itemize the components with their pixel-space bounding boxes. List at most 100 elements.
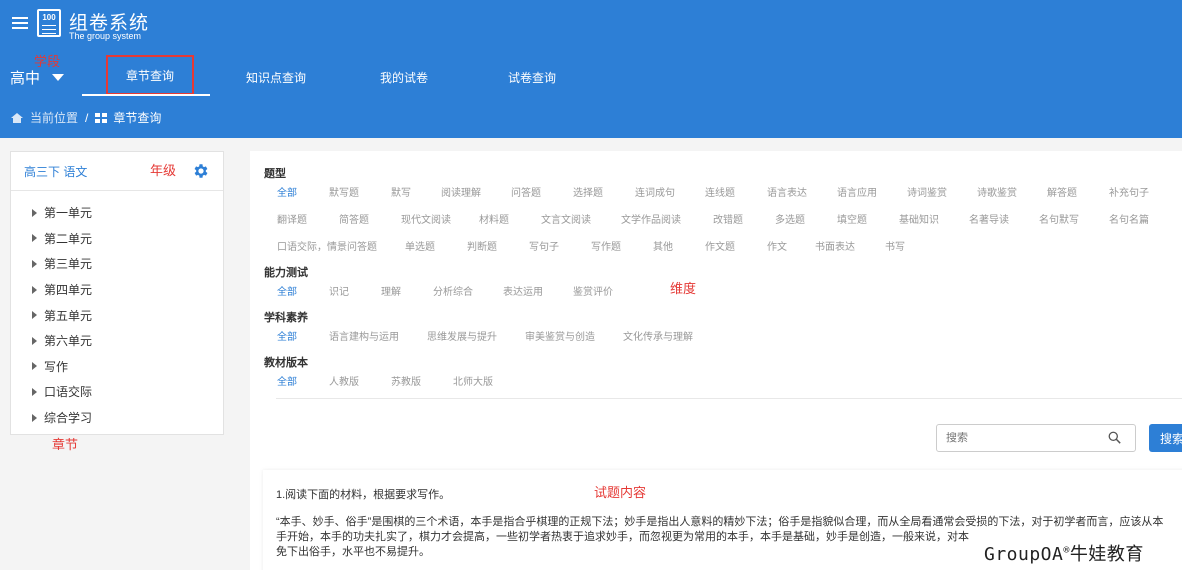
unit-label: 综合学习 [44,411,93,426]
filter-option[interactable]: 文化传承与理解 [623,331,721,358]
filter-option[interactable]: 基础知识 [899,214,969,241]
sidebar-header: 高三下 语文 年级 [11,152,223,191]
filter-option[interactable]: 判断题 [467,241,529,268]
filter-option[interactable]: 解答题 [1047,187,1109,214]
dimension-annotation: 维度 [670,281,697,296]
unit-item[interactable]: 第四单元 [11,277,223,303]
tab-knowledge-query[interactable]: 知识点查询 [246,69,306,86]
filter-option[interactable]: 改错题 [713,214,775,241]
grade-annotation: 年级 [150,163,177,178]
filter-option[interactable]: 识记 [329,286,381,313]
filter-option[interactable]: 思维发展与提升 [427,331,525,358]
search-button[interactable]: 搜索 [1149,424,1182,452]
unit-item[interactable]: 第五单元 [11,302,223,328]
filter-groups: 题型 全部 默写题 默写 阅读理解 问答题 选择题 连词成句 连线题 语言表达 语言应用 诗词鉴赏诗… [264,165,1182,403]
filter-option[interactable]: 作文题 [705,241,767,268]
filter-option[interactable]: 选择题 [573,187,635,214]
unit-item[interactable]: 综合学习 [11,405,223,431]
content-annotation: 试题内容 [594,485,647,500]
filter-option[interactable]: 填空题 [837,214,899,241]
tab-label: 章节查询 [125,68,174,83]
filter-option[interactable]: 文学作品阅读 [621,214,713,241]
filter-group-question-type: 题型 全部 默写题 默写 阅读理解 问答题 选择题 连词成句 连线题 语言表达 语言应用 诗词鉴赏诗… [264,165,1182,268]
top-header: 100 组卷系统 The group system 学段 高中 章节查询 知识点… [0,0,1182,138]
question-title: 1.阅读下面的材料，根据要求写作。 [276,489,451,501]
level-dropdown[interactable]: 高中 [10,67,65,88]
expand-arrow-icon [32,362,37,371]
filter-option[interactable]: 诗词鉴赏 [907,187,977,214]
filter-title: 题型 [264,168,286,180]
expand-arrow-icon [32,311,37,320]
filter-option[interactable]: 语言表达 [767,187,837,214]
filter-option[interactable]: 审美鉴赏与创造 [525,331,623,358]
tab-chapter-query[interactable]: 章节查询 [106,55,194,95]
filter-option[interactable]: 多选题 [775,214,837,241]
filter-option[interactable]: 材料题 [479,214,541,241]
unit-label: 第六单元 [44,334,93,349]
tab-paper-query[interactable]: 试卷查询 [508,69,556,86]
watermark: GroupOA®牛娃教育 [982,540,1146,566]
expand-arrow-icon [32,234,37,243]
filter-option[interactable]: 阅读理解 [441,187,511,214]
unit-label: 第五单元 [44,308,93,323]
expand-arrow-icon [32,387,37,396]
filter-option[interactable]: 书写 [885,241,925,268]
search-icon[interactable] [1108,431,1121,444]
filter-option[interactable]: 现代文阅读 [401,214,479,241]
filter-option[interactable]: 理解 [381,286,433,313]
unit-label: 第一单元 [44,206,93,221]
filter-option[interactable]: 语言建构与运用 [329,331,427,358]
filter-option[interactable]: 连词成句 [635,187,705,214]
filter-option[interactable]: 写作题 [591,241,653,268]
breadcrumb: 当前位置 / 章节查询 [11,109,161,126]
filter-option[interactable]: 书面表达 [815,241,885,268]
filter-option[interactable]: 分析综合 [433,286,503,313]
filter-option[interactable]: 名著导读 [969,214,1039,241]
module-icon [95,112,108,123]
filter-option[interactable]: 鉴赏评价 [573,286,643,313]
filter-option[interactable]: 文言文阅读 [541,214,621,241]
filter-option[interactable]: 默写 [391,187,441,214]
filter-option[interactable]: 名句名篇 [1109,214,1165,241]
filter-option[interactable]: 翻译题 [277,214,339,241]
filter-option[interactable]: 写句子 [529,241,591,268]
filter-option[interactable]: 简答题 [339,214,401,241]
filter-option[interactable]: 补充句子 [1109,187,1161,214]
hamburger-menu-icon[interactable] [12,17,28,29]
expand-arrow-icon [32,208,37,217]
grade-subject-label[interactable]: 高三下 语文 [24,163,87,180]
search-box [936,424,1136,452]
question-line: “本手、妙手、俗手”是围棋的三个术语，本手是指合乎棋理的正规下法；妙手是指出人意… [276,516,1164,528]
expand-arrow-icon [32,413,37,422]
search-input[interactable] [937,432,1097,444]
breadcrumb-current: 章节查询 [113,111,162,125]
caret-down-icon [52,74,65,81]
filter-option[interactable]: 表达运用 [503,286,573,313]
unit-item[interactable]: 第二单元 [11,226,223,252]
filter-option[interactable]: 默写题 [329,187,391,214]
filter-option[interactable]: 其他 [653,241,705,268]
expand-arrow-icon [32,336,37,345]
filter-option[interactable]: 单选题 [405,241,467,268]
filter-option[interactable]: 连线题 [705,187,767,214]
unit-item[interactable]: 第三单元 [11,251,223,277]
filter-option[interactable]: 作文 [767,241,815,268]
filter-option[interactable]: 语言应用 [837,187,907,214]
breadcrumb-home[interactable]: 当前位置 [30,109,78,126]
filter-option[interactable]: 诗歌鉴赏 [977,187,1047,214]
watermark-suffix: 牛娃教育 [1069,544,1144,565]
expand-arrow-icon [32,259,37,268]
chapter-annotation: 章节 [52,437,79,452]
unit-item[interactable]: 写作 [11,354,223,380]
filter-option[interactable]: 全部 [277,187,329,214]
filter-option[interactable]: 名句默写 [1039,214,1109,241]
gear-icon[interactable] [192,162,210,180]
unit-item[interactable]: 口语交际 [11,379,223,405]
filter-group-ability: 能力测试 全部 识记 理解 分析综合 表达运用 鉴赏评价 [264,264,1182,313]
unit-item[interactable]: 第一单元 [11,200,223,226]
unit-item[interactable]: 第六单元 [11,328,223,354]
filter-group-literacy: 学科素养 全部 语言建构与运用 思维发展与提升 审美鉴赏与创造 文化传承与理解 [264,309,1182,358]
unit-label: 第二单元 [44,231,93,246]
tab-my-papers[interactable]: 我的试卷 [380,69,428,86]
filter-option[interactable]: 问答题 [511,187,573,214]
